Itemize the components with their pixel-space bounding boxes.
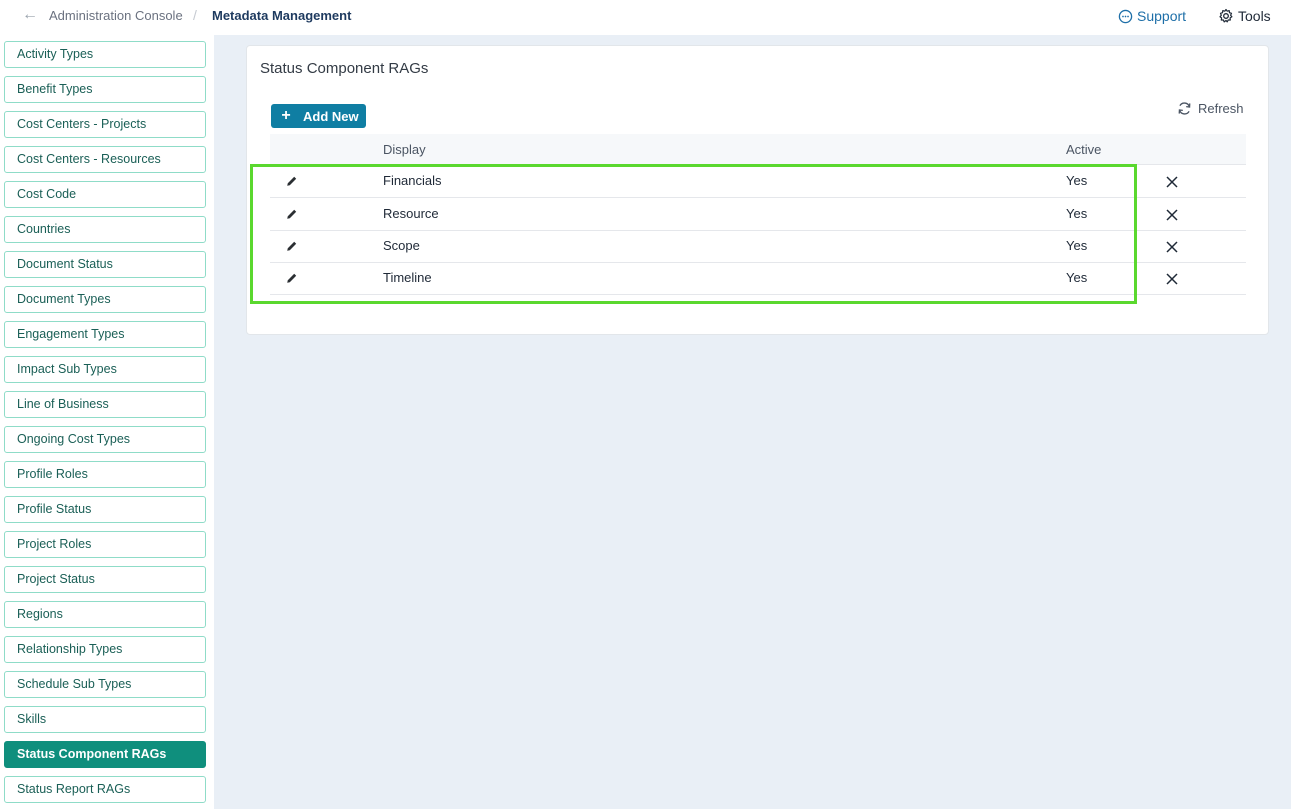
sidebar-item-ongoing-cost-types[interactable]: Ongoing Cost Types: [4, 426, 206, 453]
sidebar-item-cost-centers-projects[interactable]: Cost Centers - Projects: [4, 111, 206, 138]
chat-bubble-icon: [1118, 9, 1133, 23]
sidebar-item-status-report-rags[interactable]: Status Report RAGs: [4, 776, 206, 803]
sidebar-item-impact-sub-types[interactable]: Impact Sub Types: [4, 356, 206, 383]
sidebar-item-countries[interactable]: Countries: [4, 216, 206, 243]
sidebar-item-skills[interactable]: Skills: [4, 706, 206, 733]
row-active: Yes: [1066, 270, 1088, 285]
page-title: Status Component RAGs: [260, 60, 429, 77]
pencil-icon[interactable]: [286, 208, 298, 220]
pencil-icon[interactable]: [286, 240, 298, 252]
top-bar: ← Administration Console / Metadata Mana…: [0, 0, 1291, 34]
breadcrumb-parent[interactable]: Administration Console: [49, 8, 183, 23]
table-row: Scope Yes: [270, 230, 1246, 263]
sidebar-item-project-status[interactable]: Project Status: [4, 566, 206, 593]
sidebar: Activity Types Benefit Types Cost Center…: [0, 35, 214, 809]
row-display: Financials: [383, 173, 442, 188]
table-row: Timeline Yes: [270, 262, 1246, 295]
row-active: Yes: [1066, 238, 1088, 253]
back-arrow-icon[interactable]: ←: [22, 6, 38, 24]
refresh-button[interactable]: Refresh: [1177, 98, 1244, 118]
sidebar-item-schedule-sub-types[interactable]: Schedule Sub Types: [4, 671, 206, 698]
pencil-icon[interactable]: [286, 272, 298, 284]
table-header: Display Active: [270, 134, 1246, 165]
column-header-display[interactable]: Display: [383, 142, 426, 157]
sidebar-item-project-roles[interactable]: Project Roles: [4, 531, 206, 558]
sidebar-item-relationship-types[interactable]: Relationship Types: [4, 636, 206, 663]
sidebar-item-profile-status[interactable]: Profile Status: [4, 496, 206, 523]
row-display: Scope: [383, 238, 420, 253]
table-row: Financials Yes: [270, 165, 1246, 198]
column-header-active[interactable]: Active: [1066, 142, 1101, 157]
plus-icon: +: [281, 107, 291, 124]
gear-icon: [1219, 8, 1233, 23]
support-button[interactable]: Support: [1118, 6, 1186, 26]
sidebar-item-document-status[interactable]: Document Status: [4, 251, 206, 278]
row-display: Timeline: [383, 270, 432, 285]
sidebar-item-cost-centers-resources[interactable]: Cost Centers - Resources: [4, 146, 206, 173]
content-card: Status Component RAGs + Add New Refresh …: [246, 45, 1269, 335]
tools-label: Tools: [1238, 8, 1271, 24]
breadcrumb-separator: /: [193, 7, 197, 23]
add-new-label: Add New: [303, 108, 359, 124]
close-icon[interactable]: [1165, 240, 1179, 254]
sidebar-item-regions[interactable]: Regions: [4, 601, 206, 628]
support-label: Support: [1137, 8, 1187, 24]
breadcrumb-current: Metadata Management: [212, 8, 352, 23]
close-icon[interactable]: [1165, 272, 1179, 286]
close-icon[interactable]: [1165, 175, 1179, 189]
sidebar-item-cost-code[interactable]: Cost Code: [4, 181, 206, 208]
refresh-icon: [1178, 101, 1191, 115]
refresh-label: Refresh: [1198, 100, 1244, 116]
sidebar-item-benefit-types[interactable]: Benefit Types: [4, 76, 206, 103]
close-icon[interactable]: [1165, 208, 1179, 222]
sidebar-item-line-of-business[interactable]: Line of Business: [4, 391, 206, 418]
add-new-button[interactable]: + Add New: [271, 104, 366, 128]
row-display: Resource: [383, 206, 439, 221]
sidebar-item-profile-roles[interactable]: Profile Roles: [4, 461, 206, 488]
main-content: Status Component RAGs + Add New Refresh …: [214, 35, 1291, 809]
row-active: Yes: [1066, 173, 1088, 188]
tools-button[interactable]: Tools: [1218, 6, 1271, 26]
sidebar-item-status-component-rags[interactable]: Status Component RAGs: [4, 741, 206, 768]
sidebar-item-engagement-types[interactable]: Engagement Types: [4, 321, 206, 348]
row-active: Yes: [1066, 206, 1088, 221]
table-row: Resource Yes: [270, 198, 1246, 231]
pencil-icon[interactable]: [286, 175, 298, 187]
sidebar-item-document-types[interactable]: Document Types: [4, 286, 206, 313]
sidebar-item-activity-types[interactable]: Activity Types: [4, 41, 206, 68]
